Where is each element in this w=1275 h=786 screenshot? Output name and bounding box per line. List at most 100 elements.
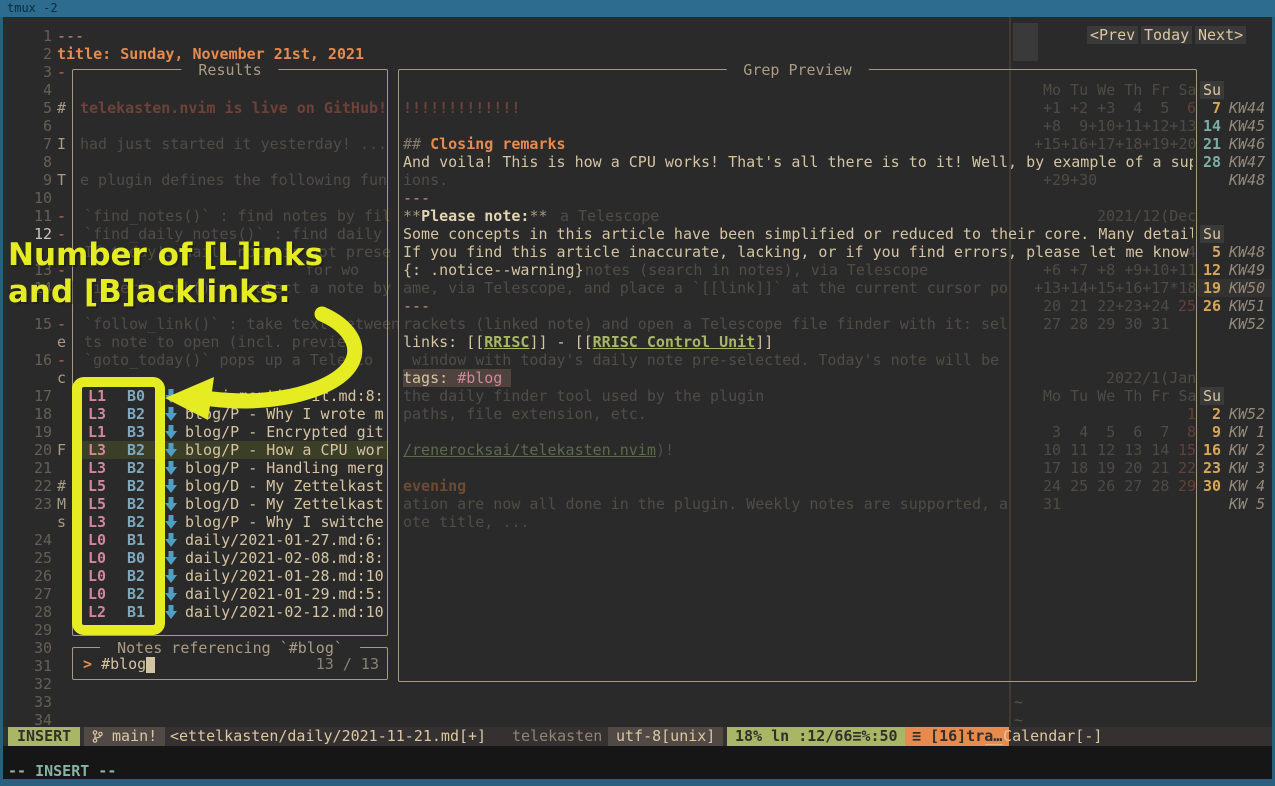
result-label: daily/2021-02-08.md:8: xyxy=(185,549,384,567)
result-row[interactable]: L0B1daily/2021-01-27.md:6: xyxy=(73,531,387,549)
calendar-day[interactable]: 2 xyxy=(1199,405,1221,423)
line-number: 21 xyxy=(22,459,52,477)
note-arrow-icon xyxy=(165,605,177,621)
note-arrow-icon xyxy=(165,479,177,495)
line-number: 30 xyxy=(22,639,52,657)
links-count: L5 xyxy=(88,495,106,513)
buffer-line: title: Sunday, November 21st, 2021 xyxy=(57,45,364,63)
line-number: 17 xyxy=(22,387,52,405)
calendar-day-header: Su xyxy=(1200,225,1224,243)
links-count: L3 xyxy=(88,441,106,459)
buffer-text-fragment: - xyxy=(57,225,66,243)
backlinks-count: B2 xyxy=(127,567,145,585)
calendar-day[interactable]: 14 xyxy=(1199,117,1221,135)
result-row[interactable]: L3B2blog/P - Why I switche xyxy=(73,513,387,531)
links-count: L2 xyxy=(88,603,106,621)
result-row[interactable]: L0B0daily/2021-02-08.md:8: xyxy=(73,549,387,567)
calendar-week-label: KW48 xyxy=(1229,243,1265,261)
links-count: L0 xyxy=(88,585,106,603)
preview-segment: RRISC xyxy=(484,333,529,351)
backlinks-count: B2 xyxy=(127,585,145,603)
preview-segment: #blog xyxy=(457,369,502,387)
calendar-today-button[interactable]: Today xyxy=(1141,26,1192,44)
result-label: daily/2021-01-27.md:6: xyxy=(185,531,384,549)
calendar-week-label: KW52 xyxy=(1229,405,1265,423)
preview-segment: --- xyxy=(403,297,430,315)
line-number: 29 xyxy=(22,621,52,639)
links-count: L1 xyxy=(88,423,106,441)
calendar-day[interactable]: 19 xyxy=(1199,279,1221,297)
preview-line: If you find this article inaccurate, lac… xyxy=(403,243,1189,261)
result-row[interactable]: L0B2daily/2021-01-28.md:10 xyxy=(73,567,387,585)
preview-line: And voila! This is how a CPU works! That… xyxy=(403,153,1193,171)
result-row[interactable]: L1B0 i mention it.md:8: xyxy=(73,387,387,405)
filename-segment: <ettelkasten/daily/2021-11-21.md[+] xyxy=(170,727,486,746)
line-number: 12 xyxy=(22,225,52,243)
line-number: 28 xyxy=(22,603,52,621)
result-label: daily/2021-02-12.md:10 xyxy=(185,603,384,621)
calendar-day[interactable]: 12 xyxy=(1199,261,1221,279)
calendar-week-label: KW48 xyxy=(1229,171,1265,189)
buffer-text-fragment: c xyxy=(57,369,66,387)
note-arrow-icon xyxy=(165,443,177,459)
calendar-week-label: KW 5 xyxy=(1229,495,1265,513)
result-row[interactable]: L0B2daily/2021-01-29.md:5: xyxy=(73,585,387,603)
calendar-day[interactable]: 7 xyxy=(1199,99,1221,117)
result-row[interactable]: L5B2blog/D - My Zettelkast xyxy=(73,495,387,513)
result-label: i mention it.md:8: xyxy=(185,387,384,405)
window-edge-left xyxy=(0,17,3,779)
result-row[interactable]: ›L3B2blog/P - How a CPU wor xyxy=(73,441,387,459)
note-arrow-icon xyxy=(165,497,177,513)
note-arrow-icon xyxy=(165,461,177,477)
cursor-position-segment: 18% ln :12/66≡%:50 xyxy=(727,727,906,746)
buffer-text-fragment: M xyxy=(57,495,66,513)
calendar-day[interactable]: 23 xyxy=(1199,459,1221,477)
backlinks-count: B1 xyxy=(127,603,145,621)
calendar-week-label: KW45 xyxy=(1229,117,1265,135)
preview-line-text: links: [[RRISC]] - [[RRISC Control Unit]… xyxy=(403,333,773,351)
preview-line-text: And voila! This is how a CPU works! That… xyxy=(403,153,1193,171)
calendar-day[interactable]: 5 xyxy=(1199,243,1221,261)
links-count: L3 xyxy=(88,513,106,531)
calendar-day[interactable]: 26 xyxy=(1199,297,1221,315)
preview-segment: links: [[ xyxy=(403,333,484,351)
buffer-line: --- xyxy=(57,27,84,45)
calendar-week-label: KW49 xyxy=(1229,261,1265,279)
terminal-screen: tmux -2 telekasten.nvim is live on GitHu… xyxy=(0,0,1275,786)
links-count: L0 xyxy=(88,567,106,585)
result-label: blog/D - My Zettelkast xyxy=(185,495,384,513)
line-number: 13 xyxy=(22,261,52,279)
calendar-day[interactable]: 21 xyxy=(1199,135,1221,153)
preview-segment: And voila! This is how a CPU works! That… xyxy=(403,153,1193,171)
backlinks-count: B2 xyxy=(127,405,145,423)
result-row[interactable]: L2 B1 daily/2021-02-12.md:10 xyxy=(73,603,387,621)
calendar-day[interactable]: 9 xyxy=(1199,423,1221,441)
calendar-week-label: KW 2 xyxy=(1229,441,1265,459)
result-row[interactable]: L5B2blog/D - My Zettelkast xyxy=(73,477,387,495)
calendar-day[interactable]: 30 xyxy=(1199,477,1221,495)
git-branch-segment: main! xyxy=(84,727,165,746)
line-number: 16 xyxy=(22,351,52,369)
preview-segment: ]] xyxy=(755,333,773,351)
tags-highlight: tags: #blog xyxy=(403,369,511,387)
calendar-day[interactable]: 16 xyxy=(1199,441,1221,459)
line-number: 31 xyxy=(22,657,52,675)
preview-segment: {: .notice--warning} xyxy=(403,261,584,279)
links-count: L5 xyxy=(88,477,106,495)
plugin-name: telekasten xyxy=(512,727,602,746)
backlinks-count: B2 xyxy=(127,477,145,495)
line-number: 11 xyxy=(22,207,52,225)
statusline: INSERT main! <ettelkasten/daily/2021-11-… xyxy=(0,727,1275,746)
buffer-text-fragment: - xyxy=(57,279,66,297)
preview-line: links: [[RRISC]] - [[RRISC Control Unit]… xyxy=(403,333,773,351)
result-row[interactable]: L3B2blog/P - Why I wrote m xyxy=(73,405,387,423)
calendar-day[interactable]: 28 xyxy=(1199,153,1221,171)
calendar-next-button[interactable]: Next> xyxy=(1195,26,1246,44)
preview-line: --- xyxy=(403,189,430,207)
result-row[interactable]: L1B3blog/P - Encrypted git xyxy=(73,423,387,441)
line-number: 25 xyxy=(22,549,52,567)
line-number: 14 xyxy=(22,279,52,297)
result-row[interactable]: L3B2blog/P - Handling merg xyxy=(73,459,387,477)
calendar-week-label: KW52 xyxy=(1229,315,1265,333)
calendar-prev-button[interactable]: <Prev xyxy=(1087,26,1138,44)
